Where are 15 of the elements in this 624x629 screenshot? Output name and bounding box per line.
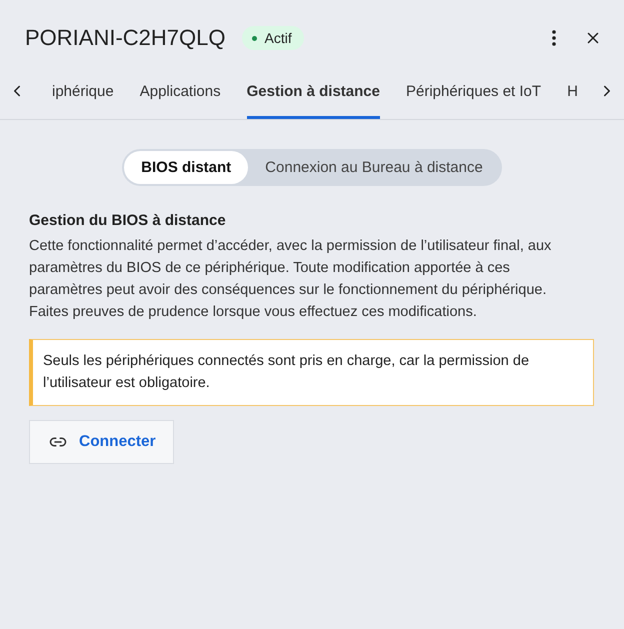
tab[interactable]: Applications (140, 63, 221, 119)
warning-notice: Seuls les périphériques connectés sont pris en charge, car la permission de l’utilisateur est obligatoire. (29, 339, 594, 406)
tab[interactable]: Périphériques et IoT (406, 63, 542, 119)
more-options-button[interactable] (552, 30, 556, 46)
more-icon (552, 30, 556, 46)
status-badge: Actif (242, 26, 304, 50)
tab[interactable]: H (567, 63, 578, 119)
segment-button[interactable]: BIOS distant (124, 151, 248, 184)
device-title: PORIANI-C2H7QLQ (25, 25, 226, 51)
description-text: Cette fonctionnalité permet d’accéder, avec la permission de l’utilisateur final, aux paramètres du BIOS de ce périphérique. Toute modification apportée à ces paramètres peut avoir des conséquences sur le fonctionnement du périphérique. Faites preuves de prudence lorsque vous effectuez ces modifications. (29, 237, 552, 322)
tab[interactable]: iphérique (52, 63, 114, 119)
tab[interactable]: Gestion à distance (246, 63, 380, 119)
connect-button[interactable]: Connecter (29, 420, 174, 464)
section-title: Gestion du BIOS à distance (29, 212, 227, 229)
segment-button[interactable]: Connexion au Bureau à distance (248, 151, 500, 184)
